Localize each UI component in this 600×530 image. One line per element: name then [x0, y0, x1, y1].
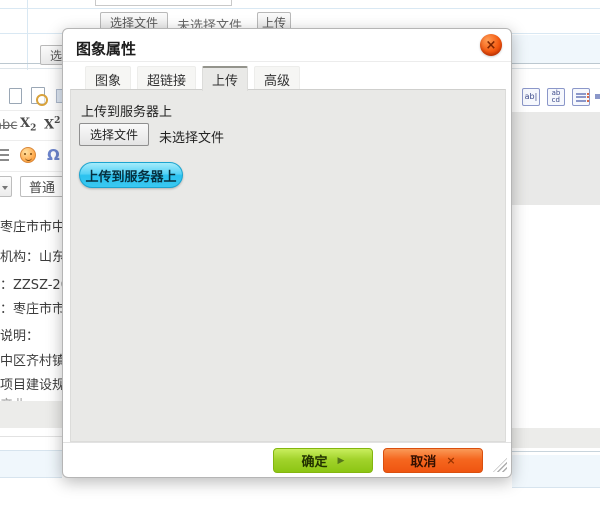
divider [0, 436, 62, 437]
grid-line [0, 8, 600, 9]
close-button[interactable]: × [480, 34, 502, 56]
emoticon-icon[interactable] [20, 147, 36, 163]
tab-advanced[interactable]: 高级 [254, 66, 300, 89]
doc-line: 中区齐村镇 [0, 350, 65, 369]
dialog-choose-file-button[interactable]: 选择文件 [79, 123, 149, 146]
doc-line: 说明： [0, 325, 39, 344]
text-field-icon[interactable]: ab| [522, 88, 540, 106]
upload-to-server-button[interactable]: 上传到服务器上 [79, 162, 183, 188]
toolbar-divider [0, 110, 62, 111]
footer-divider [63, 442, 511, 443]
superscript-icon[interactable]: X2 [44, 116, 60, 132]
upload-panel: 上传到服务器上 选择文件 未选择文件 上传到服务器上 [70, 89, 506, 442]
cancel-button[interactable]: 取消 × [383, 448, 483, 473]
page-root: 选择文件 未选择文件 上传 选择文件 abc X2 X2 Ω 普通 枣庄市市中 … [0, 0, 600, 530]
align-icon[interactable] [0, 149, 9, 161]
dialog-title: 图象属性 [76, 38, 136, 59]
form-row-band [512, 455, 600, 488]
status-band [512, 428, 600, 448]
dialog-tabs: 图象 超链接 上传 高级 [85, 66, 300, 89]
form-row-band [512, 35, 600, 63]
list-glyph [576, 91, 586, 103]
cancel-cross-icon: × [446, 454, 455, 467]
tab-upload[interactable]: 上传 [202, 66, 248, 91]
find-replace-glyph: abcd [552, 90, 561, 104]
subscript-icon[interactable]: X2 [20, 116, 36, 134]
strikethrough-icon[interactable]: abc [0, 118, 17, 133]
doc-line: 项目建设规 [0, 374, 65, 393]
image-properties-dialog: 图象属性 × 图象 超链接 上传 高级 上传到服务器上 选择文件 未选择文件 上… [62, 28, 512, 478]
ok-label: 确定 [302, 451, 328, 470]
dialog-no-file-text: 未选择文件 [159, 127, 224, 146]
grid-line [27, 0, 28, 70]
subscript-small: 2 [30, 124, 36, 134]
doc-line: ：枣庄市市 [0, 298, 65, 317]
superscript-base: X [44, 117, 54, 132]
find-replace-icon[interactable]: abcd [547, 88, 565, 106]
resize-handle-icon[interactable] [493, 458, 507, 472]
special-char-icon[interactable]: Ω [47, 146, 60, 164]
cancel-label: 取消 [410, 451, 436, 470]
partial-toolbar-icon[interactable] [595, 94, 600, 99]
status-band [0, 401, 62, 428]
superscript-small: 2 [54, 116, 60, 126]
form-row-band [0, 450, 62, 478]
doc-line: 枣庄市市中 [0, 216, 65, 235]
toolbar-divider [0, 171, 62, 172]
divider [512, 451, 600, 452]
preview-icon[interactable] [31, 87, 45, 104]
ok-button[interactable]: 确定 ▶ [273, 448, 373, 473]
new-document-icon[interactable] [9, 88, 22, 104]
url-input-partial[interactable] [95, 0, 232, 6]
toolbar-empty-area [512, 112, 600, 205]
title-divider [63, 61, 511, 62]
upload-section-label: 上传到服务器上 [81, 101, 172, 120]
ok-arrow-icon: ▶ [338, 456, 345, 466]
tab-hyperlink[interactable]: 超链接 [137, 66, 196, 89]
toolbar-divider [0, 140, 62, 141]
form-list-icon[interactable] [572, 88, 590, 106]
doc-line: 机构：山东 [0, 246, 65, 265]
subscript-base: X [20, 116, 30, 131]
font-dropdown-partial[interactable] [0, 176, 12, 197]
tab-image[interactable]: 图象 [85, 66, 131, 89]
